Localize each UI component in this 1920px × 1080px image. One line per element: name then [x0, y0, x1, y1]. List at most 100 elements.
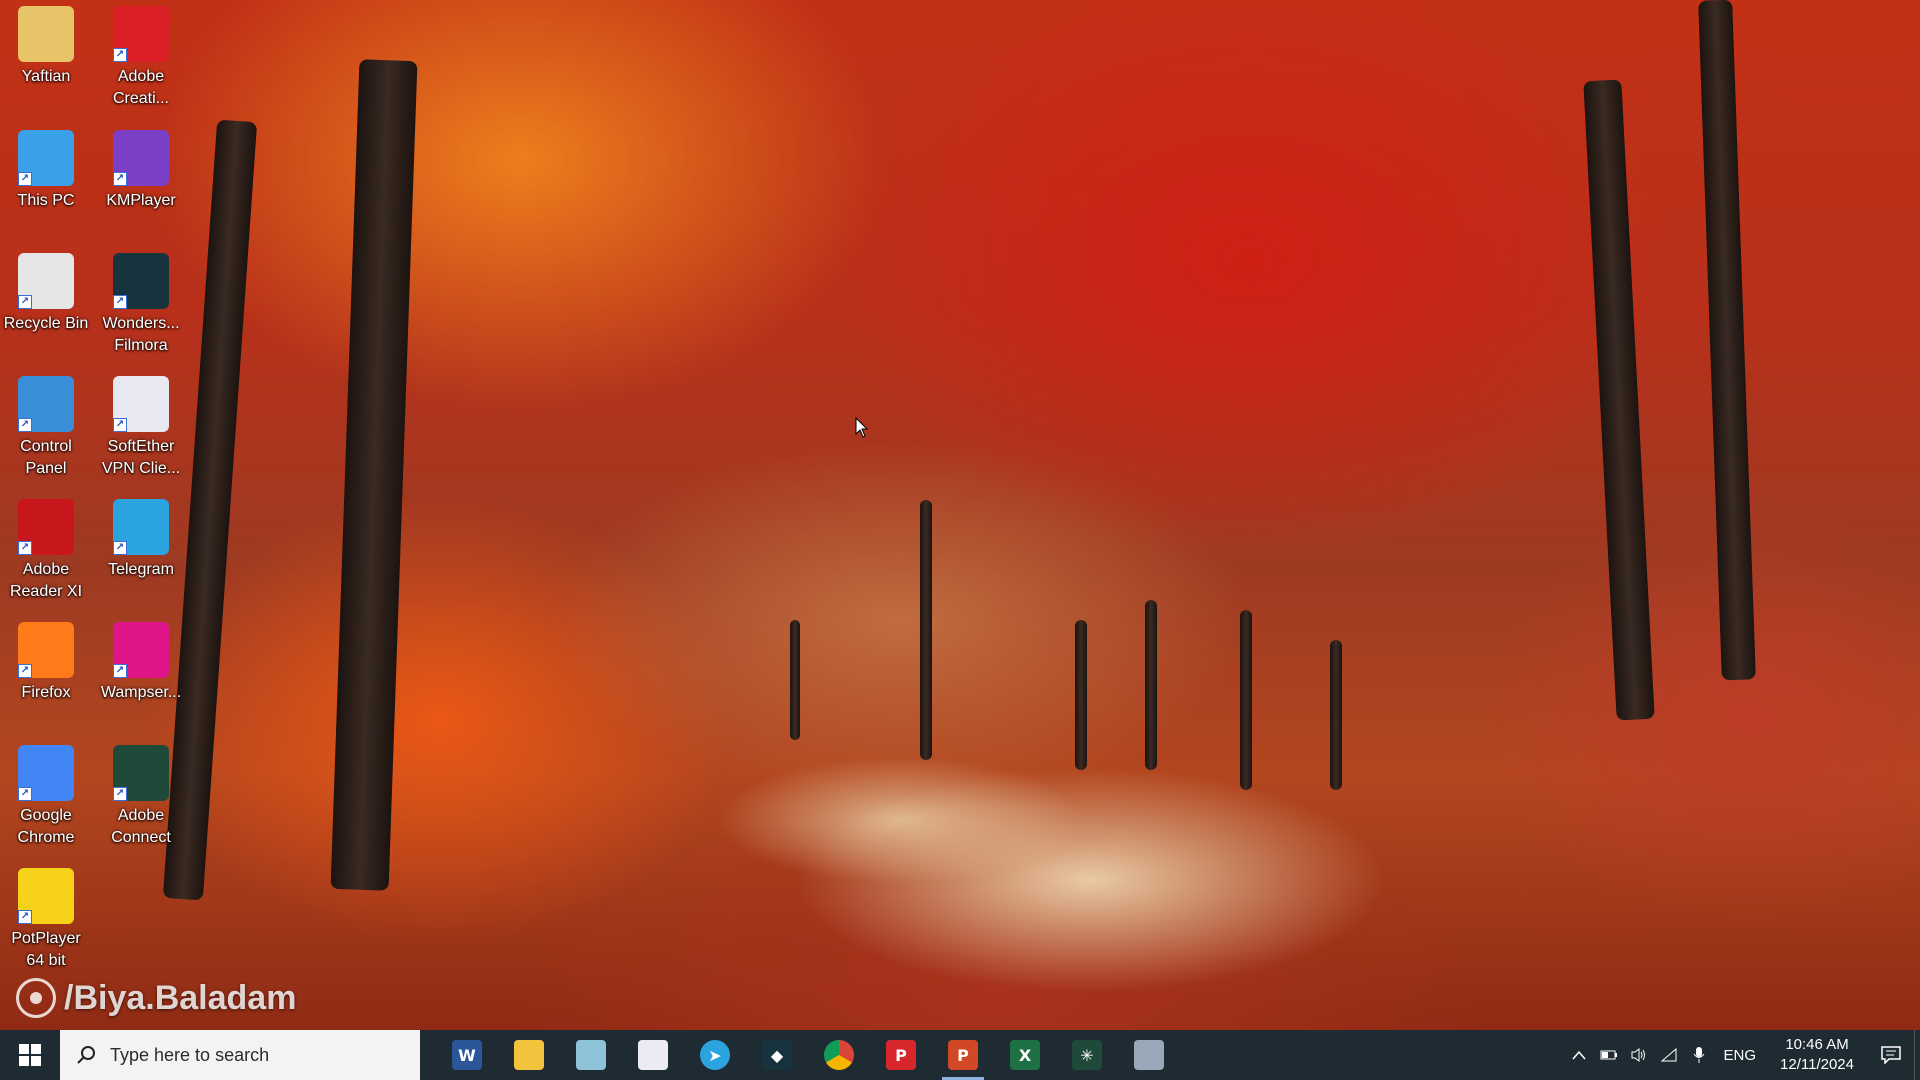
telegram-icon: ➤: [700, 1040, 730, 1070]
adobe-reader-icon: ↗: [18, 499, 74, 555]
desktop-shortcut[interactable]: ↗ Control Panel: [0, 376, 92, 480]
tree-trunk: [1698, 0, 1756, 681]
taskbar-app-word[interactable]: W: [436, 1030, 498, 1080]
taskbar-search-box[interactable]: Type here to search: [60, 1030, 420, 1080]
control-panel-icon: ↗: [18, 376, 74, 432]
desktop-shortcut-label: Google Chrome: [17, 807, 75, 846]
telegram-icon: ↗: [113, 499, 169, 555]
desktop-shortcut-label: Wampser...: [100, 684, 182, 701]
desktop-shortcut-label: PotPlayer 64 bit: [11, 930, 81, 969]
folder-icon: [514, 1040, 544, 1070]
desktop-shortcut-label: Wonders... Filmora: [102, 315, 180, 354]
desktop-shortcut-label: SoftEther VPN Clie...: [101, 438, 181, 477]
input-language[interactable]: ENG: [1714, 1047, 1767, 1064]
search-icon: [77, 1046, 95, 1064]
shortcut-arrow-icon: ↗: [113, 172, 127, 186]
powerpoint-icon: P: [948, 1040, 978, 1070]
desktop-shortcut[interactable]: ↗ SoftEther VPN Clie...: [95, 376, 187, 480]
desktop-shortcut-label: Adobe Reader XI: [9, 561, 83, 600]
film-reel-icon: [16, 978, 56, 1018]
tree-trunk: [1330, 640, 1342, 790]
shortcut-arrow-icon: ↗: [18, 418, 32, 432]
filmora-icon: ◆: [762, 1040, 792, 1070]
adobe-creative-cloud-icon: ↗: [113, 6, 169, 62]
wps-presentation-icon: P: [886, 1040, 916, 1070]
softether-vpn-icon: [638, 1040, 668, 1070]
desktop-shortcut[interactable]: Yaftian: [0, 6, 92, 88]
desktop-shortcut[interactable]: ↗ Recycle Bin: [0, 253, 92, 335]
taskbar-app-powerpoint[interactable]: P: [932, 1030, 994, 1080]
tree-trunk: [1145, 600, 1157, 770]
desktop-shortcut-label: Adobe Creati...: [112, 68, 169, 107]
system-tray: ENG 10:46 AM 12/11/2024: [1564, 1030, 1920, 1080]
start-button[interactable]: [0, 1030, 60, 1080]
adobe-connect-icon: ✳: [1072, 1040, 1102, 1070]
notification-icon: [1881, 1046, 1901, 1064]
desktop-shortcut[interactable]: ↗ Wonders... Filmora: [95, 253, 187, 357]
filmora-icon: ↗: [113, 253, 169, 309]
camera-icon: [1134, 1040, 1164, 1070]
chevron-up-icon: [1571, 1050, 1586, 1060]
desktop-shortcut[interactable]: ↗ Firefox: [0, 622, 92, 704]
desktop-shortcut[interactable]: ↗ Adobe Reader XI: [0, 499, 92, 603]
taskbar-app-camera[interactable]: [1118, 1030, 1180, 1080]
desktop-wallpaper: Yaftian ↗ Adobe Creati... ↗ This PC ↗ KMPlayer ↗…: [0, 0, 1920, 1030]
desktop-shortcut-label: Adobe Connect: [111, 807, 171, 846]
firefox-icon: ↗: [18, 622, 74, 678]
watermark-text: /Biya.Baladam: [64, 978, 297, 1017]
taskbar: Type here to search W ➤ ◆ P P X ✳ ENG 10:46 AM…: [0, 1030, 1920, 1080]
network-button[interactable]: [1654, 1030, 1684, 1080]
taskbar-app-file-explorer[interactable]: [498, 1030, 560, 1080]
search-placeholder: Type here to search: [110, 1044, 270, 1065]
show-hidden-icons-button[interactable]: [1564, 1030, 1594, 1080]
folder-user-icon: [18, 6, 74, 62]
taskbar-app-wps-presentation[interactable]: P: [870, 1030, 932, 1080]
desktop-shortcut[interactable]: ↗ Google Chrome: [0, 745, 92, 849]
desktop-shortcut[interactable]: ↗ KMPlayer: [95, 130, 187, 212]
desktop-shortcut[interactable]: ↗ Wampser...: [95, 622, 187, 704]
show-desktop-button[interactable]: [1914, 1030, 1920, 1080]
taskbar-app-adobe-connect[interactable]: ✳: [1056, 1030, 1118, 1080]
speaker-icon: [1631, 1048, 1645, 1062]
notepad-icon: [576, 1040, 606, 1070]
tree-trunk: [790, 620, 800, 740]
taskbar-app-telegram[interactable]: ➤: [684, 1030, 746, 1080]
microphone-button[interactable]: [1684, 1030, 1714, 1080]
clock-time: 10:46 AM: [1785, 1036, 1849, 1053]
shortcut-arrow-icon: ↗: [18, 664, 32, 678]
desktop-shortcut-label: Firefox: [21, 684, 71, 701]
desktop-shortcut-label: Recycle Bin: [3, 315, 89, 332]
mouse-cursor-icon: [855, 417, 869, 438]
desktop-shortcut[interactable]: ↗ PotPlayer 64 bit: [0, 868, 92, 972]
action-center-button[interactable]: [1868, 1030, 1914, 1080]
softether-vpn-icon: ↗: [113, 376, 169, 432]
desktop-shortcut[interactable]: ↗ Telegram: [95, 499, 187, 581]
desktop-shortcut-label: This PC: [17, 192, 75, 209]
windows-logo-icon: [19, 1044, 41, 1066]
desktop-shortcut[interactable]: ↗ This PC: [0, 130, 92, 212]
battery-button[interactable]: [1594, 1030, 1624, 1080]
taskbar-app-softether[interactable]: [622, 1030, 684, 1080]
volume-button[interactable]: [1624, 1030, 1654, 1080]
kmplayer-icon: ↗: [113, 130, 169, 186]
tree-trunk: [330, 59, 418, 891]
desktop-shortcut[interactable]: ↗ Adobe Connect: [95, 745, 187, 849]
chrome-icon: [824, 1040, 854, 1070]
shortcut-arrow-icon: ↗: [113, 295, 127, 309]
microphone-icon: [1693, 1047, 1704, 1063]
taskbar-app-chrome[interactable]: [808, 1030, 870, 1080]
wifi-icon: [1660, 1047, 1677, 1062]
tree-trunk: [920, 500, 932, 760]
taskbar-app-excel[interactable]: X: [994, 1030, 1056, 1080]
taskbar-app-notepad[interactable]: [560, 1030, 622, 1080]
tree-trunk: [1583, 79, 1655, 721]
clock[interactable]: 10:46 AM 12/11/2024: [1766, 1035, 1868, 1075]
shortcut-arrow-icon: ↗: [18, 541, 32, 555]
tree-trunk: [1240, 610, 1252, 790]
shortcut-arrow-icon: ↗: [18, 172, 32, 186]
desktop-shortcut-label: Control Panel: [20, 438, 72, 477]
pinned-apps: W ➤ ◆ P P X ✳: [436, 1030, 1180, 1080]
shortcut-arrow-icon: ↗: [18, 910, 32, 924]
taskbar-app-filmora[interactable]: ◆: [746, 1030, 808, 1080]
desktop-shortcut[interactable]: ↗ Adobe Creati...: [95, 6, 187, 110]
